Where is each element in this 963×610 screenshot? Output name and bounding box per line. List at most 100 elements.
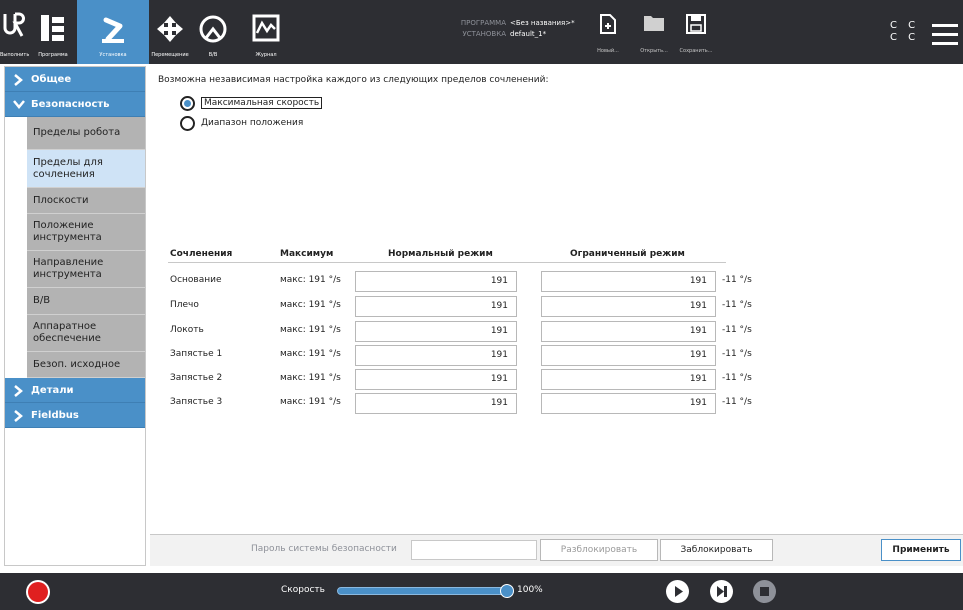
sidebar-group-safety-label: Безопасность [31,99,110,110]
radio-position-range[interactable]: Диапазон положения [180,115,303,131]
io-gauge-icon [199,15,227,43]
sidebar-group-general[interactable]: Общее [5,67,145,92]
program-info: ПРОГРАММА <Без названия>* УСТАНОВКА defaul… [444,18,575,40]
program-tab[interactable]: Программа [29,0,77,64]
reduced-delta: -11 °/s [722,275,752,285]
radio-max-speed-label: Максимальная скорость [201,97,323,109]
cc-line-1: C C [890,20,920,31]
sidebar-group-general-label: Общее [31,74,72,85]
joint-max: макс: 191 °/s [280,397,341,407]
speed-value: 100% [517,585,543,595]
sidebar-item-tool-direction[interactable]: Направление инструмента [27,251,145,288]
safety-password-input[interactable] [411,540,537,560]
robot-arm-icon [102,17,124,43]
sidebar-group-details-label: Детали [31,385,74,396]
play-icon [675,586,683,597]
joint-max: макс: 191 °/s [280,373,341,383]
move-tab-label: Перемещение [151,52,189,58]
move-arrows-icon [157,16,183,42]
new-file-button[interactable]: Новый... [588,14,628,54]
sidebar-group-safety[interactable]: Безопасность [5,92,145,117]
reduced-delta: -11 °/s [722,349,752,359]
sidebar-item-planes[interactable]: Плоскости [27,188,145,214]
safety-password-label: Пароль системы безопасности [251,544,397,554]
normal-limit-input[interactable]: 191 [355,296,517,317]
radio-unselected-icon[interactable] [180,115,195,131]
chevron-down-icon [13,100,25,109]
sidebar-group-fieldbus-label: Fieldbus [31,410,79,421]
log-tab[interactable]: Журнал [246,0,286,64]
radio-max-speed[interactable]: Максимальная скорость [180,95,323,111]
stop-icon [760,587,769,596]
joint-max: макс: 191 °/s [280,275,341,285]
step-button[interactable] [710,580,733,603]
record-icon[interactable] [28,582,48,602]
log-tab-label: Журнал [255,52,277,58]
floppy-disk-icon [686,14,706,34]
radio-selected-icon[interactable] [180,95,195,111]
joint-name: Запястье 1 [170,349,223,359]
normal-limit-input[interactable]: 191 [355,321,517,342]
move-tab[interactable]: Перемещение [149,0,191,64]
installation-tab[interactable]: Установка [77,0,149,64]
reduced-limit-input[interactable]: 191 [541,345,716,366]
reduced-limit-input[interactable]: 191 [541,296,716,317]
header-divider [168,262,726,263]
radio-position-range-label: Диапазон положения [201,118,304,128]
reduced-limit-input[interactable]: 191 [541,393,716,414]
run-tab[interactable]: Выполнить [0,0,29,64]
program-tab-label: Программа [38,52,68,58]
normal-limit-input[interactable]: 191 [355,369,517,390]
reduced-delta: -11 °/s [722,300,752,310]
folder-icon [644,16,664,31]
sidebar-item-joint-limits[interactable]: Пределы для сочленения [27,150,145,188]
apply-button[interactable]: Применить [881,539,961,561]
reduced-limit-input[interactable]: 191 [541,271,716,292]
cc-line-2: C C [890,32,920,43]
io-tab[interactable]: В/В [194,0,232,64]
save-file-button[interactable]: Сохранить... [676,14,716,54]
reduced-limit-input[interactable]: 191 [541,369,716,390]
normal-limit-input[interactable]: 191 [355,345,517,366]
sidebar-item-safe-home[interactable]: Безоп. исходное [27,352,145,378]
status-bar: Скорость 100% [0,573,963,610]
step-icon [717,586,727,597]
save-file-label: Сохранить... [679,48,713,54]
sidebar-item-label: Безоп. исходное [33,358,121,370]
reduced-limit-input[interactable]: 191 [541,321,716,342]
ur-logo-icon [3,12,25,37]
speed-label: Скорость [281,585,325,595]
installation-key: УСТАНОВКА [462,30,506,38]
normal-limit-input[interactable]: 191 [355,271,517,292]
safety-footer: Пароль системы безопасности Разблокирова… [150,534,963,566]
sidebar-item-tool-position[interactable]: Положение инструмента [27,214,145,251]
program-name: <Без названия>* [510,19,575,27]
joint-name: Запястье 3 [170,397,223,407]
play-button[interactable] [666,580,689,603]
stop-button[interactable] [753,580,776,603]
new-file-icon [600,14,616,34]
lock-button[interactable]: Заблокировать [660,539,773,561]
sidebar-group-fieldbus[interactable]: Fieldbus [5,403,145,428]
normal-limit-input[interactable]: 191 [355,393,517,414]
sidebar-group-details[interactable]: Детали [5,378,145,403]
joint-max: макс: 191 °/s [280,325,341,335]
header-reduced: Ограниченный режим [570,249,685,259]
sidebar-item-label: Плоскости [33,194,89,206]
program-tree-icon [41,15,64,41]
reduced-delta: -11 °/s [722,373,752,383]
sidebar-item-label: Направление инструмента [33,257,104,280]
header-normal: Нормальный режим [388,249,493,259]
header-max: Максимум [280,249,334,259]
sidebar-item-hardware[interactable]: Аппаратное обеспечение [27,315,145,352]
joint-max: макс: 191 °/s [280,349,341,359]
hamburger-menu-icon[interactable] [932,24,958,51]
sidebar-item-io[interactable]: В/В [27,288,145,315]
speed-slider[interactable] [337,587,511,595]
program-key: ПРОГРАММА [460,19,506,27]
speed-slider-handle[interactable] [500,584,514,598]
sidebar-item-label: Положение инструмента [33,220,102,243]
sidebar-item-robot-limits[interactable]: Пределы робота [27,117,145,150]
chevron-right-icon [14,74,23,86]
unlock-button[interactable]: Разблокировать [540,539,658,561]
